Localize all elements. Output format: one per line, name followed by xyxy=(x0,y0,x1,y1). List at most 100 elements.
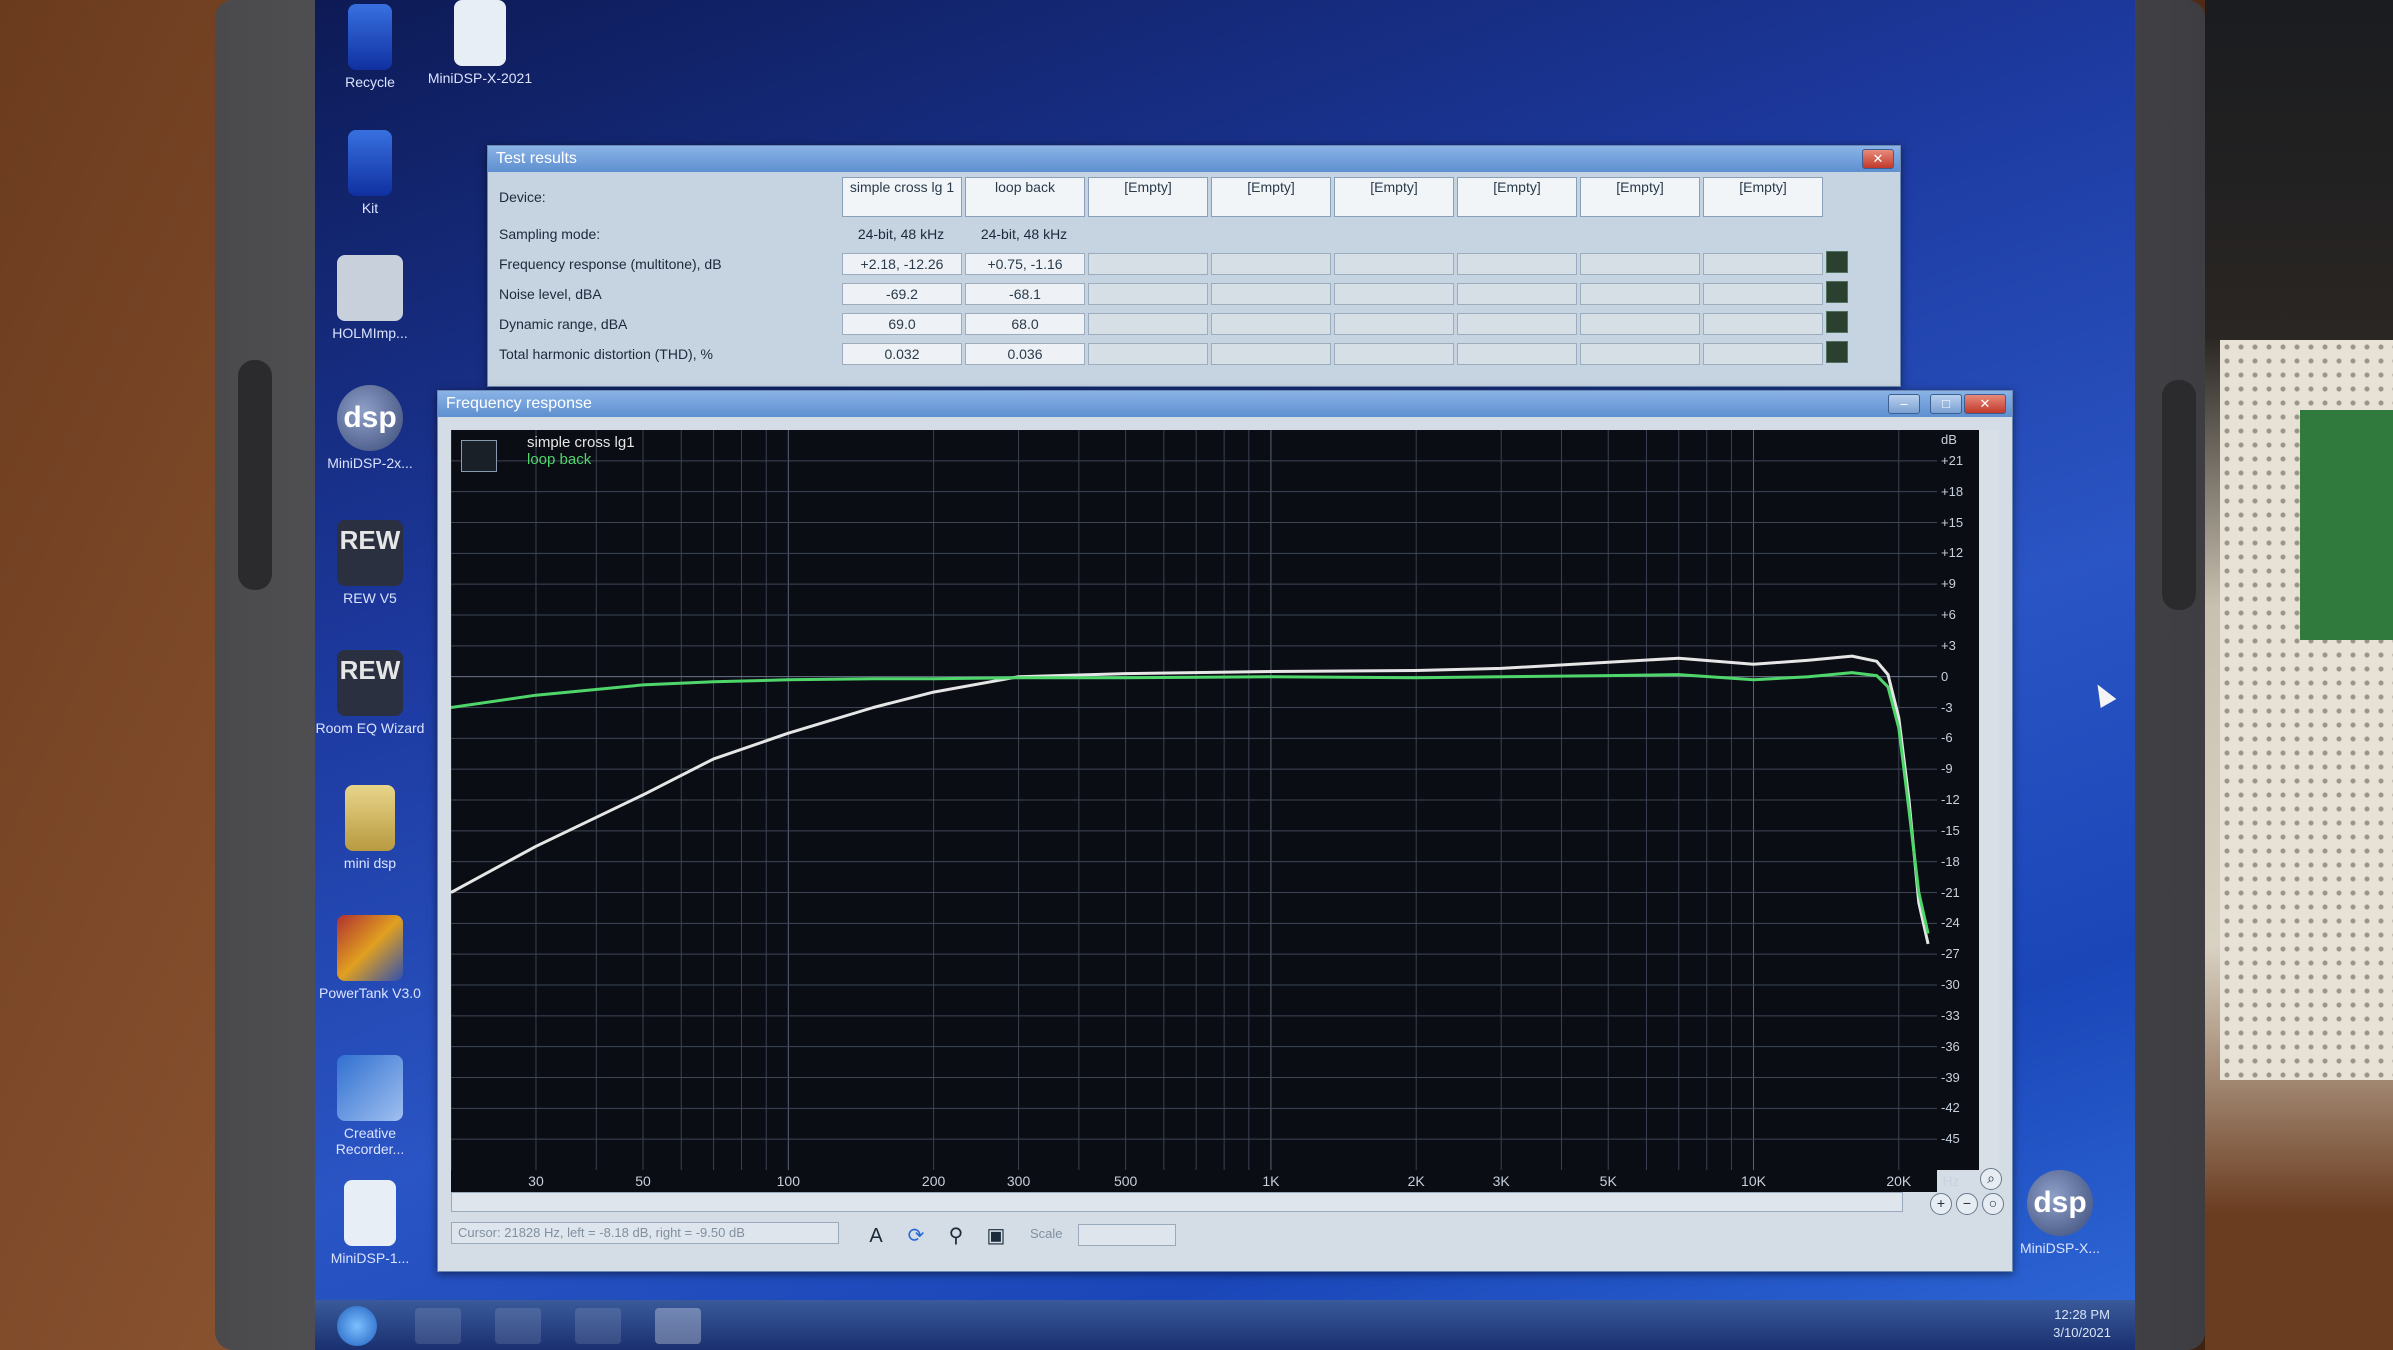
close-button[interactable]: ✕ xyxy=(1862,149,1894,169)
horizontal-scrollbar[interactable] xyxy=(451,1192,1903,1212)
rew-icon: REW xyxy=(337,520,403,586)
scale-label: Scale xyxy=(1030,1226,1063,1241)
legend: simple cross lg1 loop back xyxy=(527,434,635,468)
zoom-out-icon[interactable]: − xyxy=(1956,1193,1978,1215)
desktop-icon-recycle[interactable]: Recycle xyxy=(315,4,425,90)
test-results-window: Test results ✕ Device: simple cross lg 1… xyxy=(487,145,1901,387)
empty-cell xyxy=(1703,252,1823,275)
taskbar-media-icon[interactable] xyxy=(575,1308,621,1344)
y-tick-label: -9 xyxy=(1941,761,1953,777)
maximize-button[interactable]: □ xyxy=(1930,394,1962,414)
desktop-icon-label: MiniDSP-1... xyxy=(330,1250,410,1266)
desktop-icon-creative-recorder[interactable]: Creative Recorder... xyxy=(315,1055,425,1157)
desktop-icon-minidsp-2x[interactable]: dsp MiniDSP-2x... xyxy=(315,385,425,471)
cell-value: +2.18, -12.26 xyxy=(842,252,962,275)
document-icon xyxy=(344,1180,396,1246)
empty-cell xyxy=(1334,252,1454,275)
x-tick-label: 10K xyxy=(1741,1173,1766,1189)
desktop-icon-label: REW V5 xyxy=(343,590,397,606)
scale-dropdown[interactable] xyxy=(1078,1224,1176,1246)
save-icon[interactable]: ▣ xyxy=(982,1222,1010,1250)
cell-value: 0.036 xyxy=(965,342,1085,365)
plot-area[interactable]: simple cross lg1 loop back xyxy=(450,430,1937,1170)
frequency-response-titlebar[interactable]: Frequency response – □ ✕ xyxy=(438,391,2012,417)
empty-cell xyxy=(1580,312,1700,335)
y-tick-label: -21 xyxy=(1941,884,1960,900)
y-tick-label: -3 xyxy=(1941,699,1953,715)
device-slot-2[interactable]: loop back xyxy=(965,177,1085,217)
device-slot-3[interactable]: [Empty] xyxy=(1088,177,1208,217)
empty-cell xyxy=(1334,282,1454,305)
desktop-icon-label: PowerTank V3.0 xyxy=(319,985,421,1001)
graph-icon[interactable] xyxy=(1826,341,1848,363)
desktop-icon-minidsp-doc[interactable]: MiniDSP-X-2021 xyxy=(425,0,535,86)
x-tick-label: 30 xyxy=(528,1173,544,1189)
graph-icon[interactable] xyxy=(1826,281,1848,303)
x-tick-label: 2K xyxy=(1407,1173,1425,1189)
y-tick-label: -45 xyxy=(1941,1131,1960,1147)
device-slot-5[interactable]: [Empty] xyxy=(1334,177,1454,217)
taskbar-rmaa-icon[interactable] xyxy=(655,1308,701,1344)
recycle-bin-icon xyxy=(348,4,392,70)
desktop-icon-powertank[interactable]: PowerTank V3.0 xyxy=(315,915,425,1001)
desktop-icon-holm[interactable]: HOLMImp... xyxy=(315,255,425,341)
minidsp-icon: dsp xyxy=(2027,1170,2093,1236)
power-icon xyxy=(337,915,403,981)
device-slot-7[interactable]: [Empty] xyxy=(1580,177,1700,217)
empty-cell xyxy=(1703,312,1823,335)
zoom-in-icon[interactable]: + xyxy=(1930,1193,1952,1215)
desktop-icon-mini-dsp-folder[interactable]: mini dsp xyxy=(315,785,425,871)
device-slot-1[interactable]: simple cross lg 1 xyxy=(842,177,962,217)
system-clock[interactable]: 12:28 PM 3/10/2021 xyxy=(2053,1306,2111,1342)
minimize-button[interactable]: – xyxy=(1888,394,1920,414)
taskbar-ie-icon[interactable] xyxy=(415,1308,461,1344)
desktop-icon-minidsp-1[interactable]: MiniDSP-1... xyxy=(315,1180,425,1266)
zoom-icon[interactable]: ⌕ xyxy=(1980,1168,2002,1190)
legend-entry-2: loop back xyxy=(527,451,592,468)
y-tick-label: -33 xyxy=(1941,1007,1960,1023)
desktop-icon-kit[interactable]: Kit xyxy=(315,130,425,216)
y-tick-label: +3 xyxy=(1941,637,1956,653)
cd-icon xyxy=(337,1055,403,1121)
refresh-icon[interactable]: ⟳ xyxy=(902,1222,930,1250)
results-table: Device: simple cross lg 1 loop back [Emp… xyxy=(488,172,1851,371)
holm-impulse-icon xyxy=(337,255,403,321)
x-tick-label: 5K xyxy=(1599,1173,1617,1189)
row-label: Dynamic range, dBA xyxy=(499,315,628,332)
desktop-icon-rew-v5[interactable]: REW REW V5 xyxy=(315,520,425,606)
device-slot-8[interactable]: [Empty] xyxy=(1703,177,1823,217)
zoom-reset-icon[interactable]: ○ xyxy=(1982,1193,2004,1215)
taskbar: 12:28 PM 3/10/2021 xyxy=(315,1300,2135,1350)
y-tick-label: -27 xyxy=(1941,946,1960,962)
folder-icon xyxy=(345,785,395,851)
graph-icon[interactable] xyxy=(1826,251,1848,273)
device-slot-4[interactable]: [Empty] xyxy=(1211,177,1331,217)
test-results-titlebar[interactable]: Test results ✕ xyxy=(488,146,1900,172)
cell-value: -68.1 xyxy=(965,282,1085,305)
y-axis-unit: dB xyxy=(1941,432,1957,447)
x-axis-unit: Hz xyxy=(1942,1173,1960,1189)
empty-cell xyxy=(1334,312,1454,335)
y-tick-label: 0 xyxy=(1941,668,1949,684)
row-label: Noise level, dBA xyxy=(499,285,602,302)
empty-cell xyxy=(1211,342,1331,365)
graph-icon[interactable] xyxy=(1826,311,1848,333)
minidsp-icon: dsp xyxy=(337,385,403,451)
taskbar-explorer-icon[interactable] xyxy=(495,1308,541,1344)
y-tick-label: +6 xyxy=(1941,607,1956,622)
desktop-icon-minidsp-x[interactable]: dsp MiniDSP-X... xyxy=(2005,1170,2115,1256)
magnifier-icon[interactable]: ⚲ xyxy=(942,1222,970,1250)
desktop-icon-room-eq-wizard[interactable]: REW Room EQ Wizard xyxy=(315,650,425,736)
vertical-scrollbar[interactable] xyxy=(1979,430,1999,1170)
cell-value: +0.75, -1.16 xyxy=(965,252,1085,275)
y-tick-label: -12 xyxy=(1941,792,1960,807)
cell-value: -69.2 xyxy=(842,282,962,305)
x-tick-label: 3K xyxy=(1492,1173,1510,1189)
y-tick-label: +12 xyxy=(1941,545,1964,561)
legend-toggle-icon[interactable] xyxy=(461,440,497,472)
start-button[interactable] xyxy=(337,1306,377,1346)
close-button[interactable]: ✕ xyxy=(1964,394,2006,414)
device-slot-6[interactable]: [Empty] xyxy=(1457,177,1577,217)
text-tool-icon[interactable]: A xyxy=(862,1222,890,1250)
table-row: Dynamic range, dBA 69.0 68.0 xyxy=(491,311,1848,336)
